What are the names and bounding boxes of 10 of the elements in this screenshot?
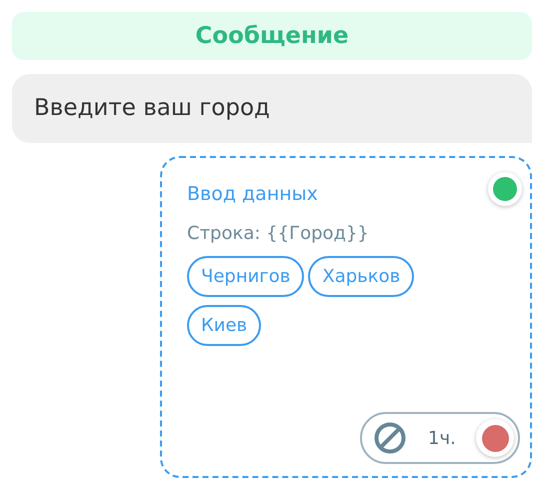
option-chip[interactable]: Харьков (308, 256, 414, 297)
option-chip[interactable]: Киев (187, 305, 262, 346)
option-chip[interactable]: Чернигов (187, 256, 304, 297)
variable-text: Строка: {{Город}} (187, 222, 369, 246)
card-title: Ввод данных (187, 182, 318, 207)
header-title: Сообщение (195, 22, 349, 51)
timeout-pill[interactable]: 1ч. (360, 412, 520, 464)
block-icon (374, 422, 406, 454)
message-text: Введите ваш город (34, 94, 270, 124)
timeout-label: 1ч. (428, 426, 456, 450)
